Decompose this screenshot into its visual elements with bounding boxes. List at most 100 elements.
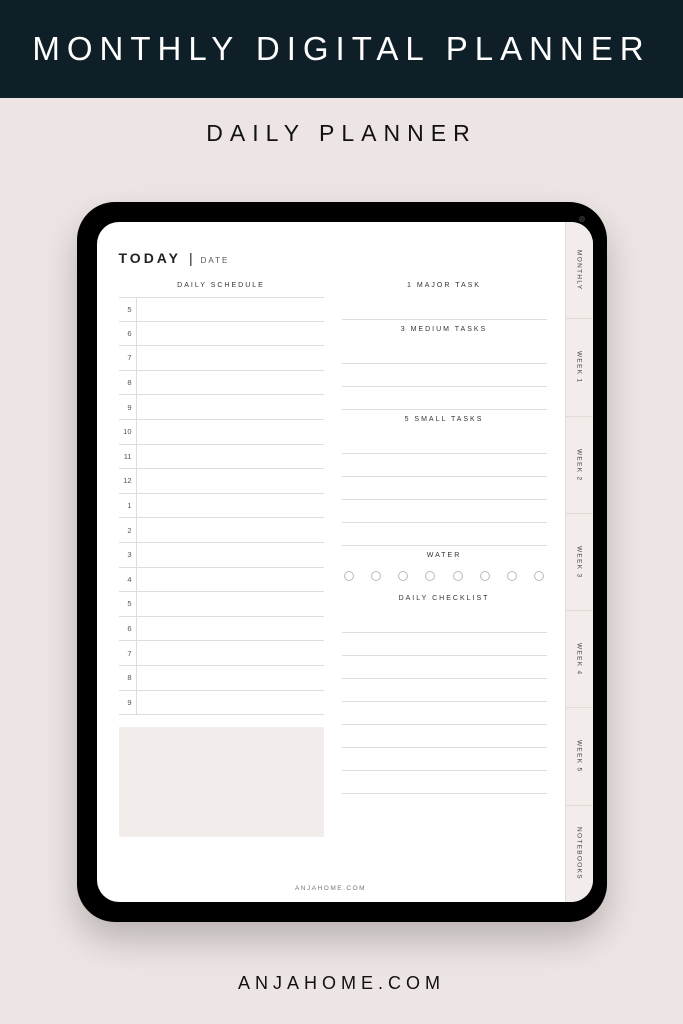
checklist-line[interactable] [342, 656, 547, 679]
major-task-group: 1 MAJOR TASK [342, 282, 547, 320]
schedule-row[interactable]: 7 [119, 641, 324, 666]
tab-week-3[interactable]: WEEK 3 [566, 514, 593, 611]
schedule-row[interactable]: 5 [119, 297, 324, 322]
planner-page: TODAY | DATE DAILY SCHEDULE 5 6 7 8 9 10 [97, 222, 565, 902]
checklist-line[interactable] [342, 679, 547, 702]
schedule-row[interactable]: 4 [119, 568, 324, 593]
water-circle-icon[interactable] [371, 571, 381, 581]
notes-box[interactable] [119, 727, 324, 837]
medium-tasks-group: 3 MEDIUM TASKS [342, 326, 547, 410]
tab-label: WEEK 1 [576, 351, 583, 383]
checklist-line[interactable] [342, 771, 547, 794]
checklist-line[interactable] [342, 702, 547, 725]
hour-label: 4 [119, 568, 137, 592]
water-circle-icon[interactable] [425, 571, 435, 581]
tab-notebooks[interactable]: NOTEBOOKS [566, 806, 593, 902]
header-bar: MONTHLY DIGITAL PLANNER [0, 0, 683, 98]
hour-label: 9 [119, 691, 137, 715]
schedule-row[interactable]: 12 [119, 469, 324, 494]
checklist-line[interactable] [342, 610, 547, 633]
schedule-row[interactable]: 3 [119, 543, 324, 568]
subheader-title: DAILY PLANNER [0, 120, 683, 147]
schedule-row[interactable]: 8 [119, 666, 324, 691]
today-label: TODAY [119, 250, 181, 266]
checklist-title: DAILY CHECKLIST [342, 595, 547, 602]
checklist-line[interactable] [342, 725, 547, 748]
hour-label: 9 [119, 395, 137, 419]
water-group: WATER [342, 552, 547, 589]
water-circle-icon[interactable] [398, 571, 408, 581]
schedule-row[interactable]: 6 [119, 617, 324, 642]
water-row [342, 567, 547, 589]
tab-week-1[interactable]: WEEK 1 [566, 319, 593, 416]
tab-label: WEEK 3 [576, 546, 583, 578]
hour-label: 12 [119, 469, 137, 493]
task-line[interactable] [342, 454, 547, 477]
water-circle-icon[interactable] [534, 571, 544, 581]
tab-week-5[interactable]: WEEK 5 [566, 708, 593, 805]
divider-pipe: | [189, 250, 193, 266]
small-tasks-title: 5 SMALL TASKS [342, 416, 547, 423]
tab-label: WEEK 5 [576, 740, 583, 772]
hour-label: 10 [119, 420, 137, 444]
schedule-row[interactable]: 5 [119, 592, 324, 617]
camera-icon [579, 216, 585, 222]
schedule-row[interactable]: 10 [119, 420, 324, 445]
tab-week-4[interactable]: WEEK 4 [566, 611, 593, 708]
major-task-title: 1 MAJOR TASK [342, 282, 547, 289]
hour-label: 6 [119, 322, 137, 346]
tab-strip: MONTHLY WEEK 1 WEEK 2 WEEK 3 WEEK 4 WEEK… [565, 222, 593, 902]
task-line[interactable] [342, 523, 547, 546]
right-column: 1 MAJOR TASK 3 MEDIUM TASKS 5 SMALL TASK… [342, 282, 547, 837]
water-circle-icon[interactable] [453, 571, 463, 581]
schedule-row[interactable]: 11 [119, 445, 324, 470]
task-line[interactable] [342, 500, 547, 523]
hour-label: 3 [119, 543, 137, 567]
task-line[interactable] [342, 431, 547, 454]
tablet-mockup: TODAY | DATE DAILY SCHEDULE 5 6 7 8 9 10 [77, 202, 607, 922]
header-title: MONTHLY DIGITAL PLANNER [32, 30, 650, 68]
task-line[interactable] [342, 297, 547, 320]
hour-label: 7 [119, 346, 137, 370]
task-line[interactable] [342, 364, 547, 387]
today-row: TODAY | DATE [119, 250, 547, 266]
task-line[interactable] [342, 341, 547, 364]
schedule-row[interactable]: 8 [119, 371, 324, 396]
left-column: DAILY SCHEDULE 5 6 7 8 9 10 11 12 1 2 [119, 282, 324, 837]
schedule-row[interactable]: 7 [119, 346, 324, 371]
hour-label: 7 [119, 641, 137, 665]
hour-label: 5 [119, 298, 137, 321]
brand-url: ANJAHOME.COM [0, 973, 683, 994]
tab-week-2[interactable]: WEEK 2 [566, 417, 593, 514]
schedule-row[interactable]: 9 [119, 691, 324, 716]
checklist-line[interactable] [342, 748, 547, 771]
tab-label: NOTEBOOKS [576, 827, 583, 880]
water-title: WATER [342, 552, 547, 559]
tablet-screen: TODAY | DATE DAILY SCHEDULE 5 6 7 8 9 10 [97, 222, 593, 902]
daily-schedule: 5 6 7 8 9 10 11 12 1 2 3 4 5 [119, 297, 324, 715]
water-circle-icon[interactable] [344, 571, 354, 581]
tab-label: WEEK 2 [576, 449, 583, 481]
page-footer-url: ANJAHOME.COM [97, 885, 565, 892]
schedule-title: DAILY SCHEDULE [119, 282, 324, 289]
date-label: DATE [201, 256, 230, 265]
schedule-row[interactable]: 6 [119, 322, 324, 347]
hour-label: 6 [119, 617, 137, 641]
schedule-row[interactable]: 1 [119, 494, 324, 519]
task-line[interactable] [342, 477, 547, 500]
checklist-line[interactable] [342, 633, 547, 656]
task-line[interactable] [342, 387, 547, 410]
small-tasks-group: 5 SMALL TASKS [342, 416, 547, 546]
tablet-frame: TODAY | DATE DAILY SCHEDULE 5 6 7 8 9 10 [77, 202, 607, 922]
hour-label: 2 [119, 518, 137, 542]
schedule-row[interactable]: 9 [119, 395, 324, 420]
tab-label: WEEK 4 [576, 643, 583, 675]
water-circle-icon[interactable] [507, 571, 517, 581]
hour-label: 8 [119, 371, 137, 395]
schedule-row[interactable]: 2 [119, 518, 324, 543]
hour-label: 5 [119, 592, 137, 616]
water-circle-icon[interactable] [480, 571, 490, 581]
hour-label: 11 [119, 445, 137, 469]
medium-tasks-title: 3 MEDIUM TASKS [342, 326, 547, 333]
tab-monthly[interactable]: MONTHLY [566, 222, 593, 319]
